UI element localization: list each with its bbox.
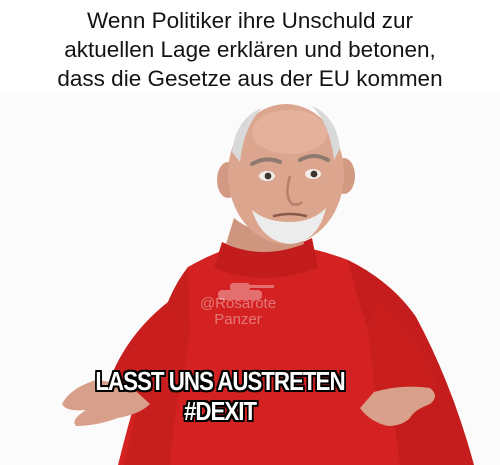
watermark-handle: @Rosarote (199, 295, 277, 312)
meme-caption: Wenn Politiker ihre Unschuld zur aktuell… (0, 6, 500, 93)
meme: Wenn Politiker ihre Unschuld zur aktuell… (0, 0, 500, 465)
caption-line-1: Wenn Politiker ihre Unschuld zur (87, 8, 413, 33)
overlay-line-1: LASST UNS AUSTRETEN (95, 366, 345, 396)
watermark: @Rosarote Panzer (188, 296, 288, 328)
overlay-line-2: #DEXIT (183, 396, 257, 426)
meme-overlay-text: LASST UNS AUSTRETEN #DEXIT (65, 366, 375, 426)
watermark-name: Panzer (214, 311, 262, 328)
caption-line-2: aktuellen Lage erklären und betonen, (64, 37, 436, 62)
caption-line-3: dass die Gesetze aus der EU kommen (57, 66, 443, 91)
